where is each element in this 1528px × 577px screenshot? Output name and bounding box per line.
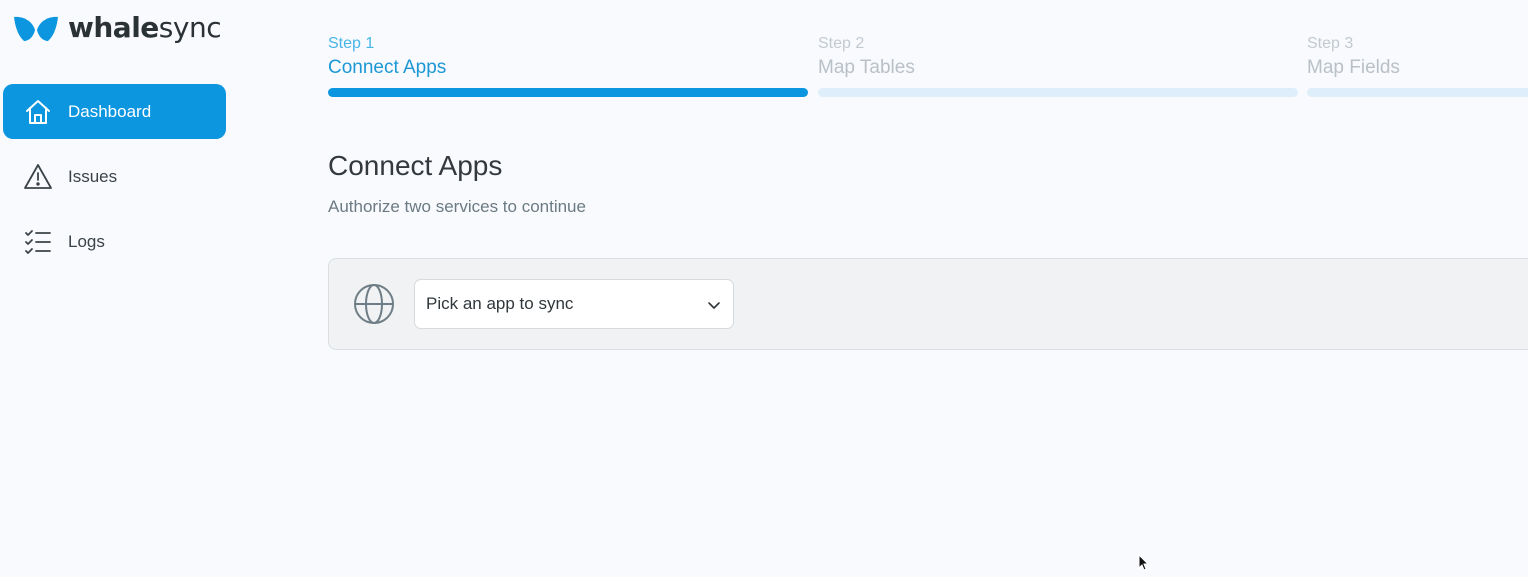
sidebar-item-issues[interactable]: Issues bbox=[3, 149, 226, 204]
step-progress-bar bbox=[818, 88, 1298, 97]
step-number: Step 3 bbox=[1307, 35, 1354, 52]
sidebar-item-label: Dashboard bbox=[68, 101, 152, 121]
page-title: Connect Apps bbox=[328, 150, 503, 181]
step-title: Connect Apps bbox=[328, 57, 447, 78]
sidebar-nav: Dashboard Issues Logs bbox=[3, 84, 226, 279]
app-connect-panel: Pick an app to sync bbox=[328, 258, 1528, 350]
sidebar-item-label: Issues bbox=[68, 166, 118, 186]
chevron-down-icon bbox=[707, 297, 721, 317]
whale-tail-icon bbox=[14, 16, 58, 41]
warning-triangle-icon bbox=[23, 162, 53, 192]
page-subtitle: Authorize two services to continue bbox=[328, 197, 586, 216]
app-select-value: Pick an app to sync bbox=[426, 294, 574, 313]
sidebar-item-label: Logs bbox=[68, 231, 105, 251]
stepper: Step 1 Connect Apps Step 2 Map Tables St… bbox=[328, 34, 1528, 104]
logo[interactable]: whalesync bbox=[12, 11, 222, 44]
step-map-tables[interactable]: Step 2 Map Tables bbox=[818, 34, 1298, 97]
step-connect-apps[interactable]: Step 1 Connect Apps bbox=[328, 34, 808, 97]
step-title: Map Tables bbox=[818, 57, 915, 78]
globe-icon bbox=[353, 283, 395, 325]
app-select-dropdown[interactable]: Pick an app to sync bbox=[414, 279, 734, 329]
step-map-fields[interactable]: Step 3 Map Fields bbox=[1307, 34, 1528, 97]
sidebar-item-logs[interactable]: Logs bbox=[3, 214, 226, 269]
brand-name: whalesync bbox=[68, 11, 222, 44]
main-content: Step 1 Connect Apps Step 2 Map Tables St… bbox=[328, 0, 1528, 574]
home-icon bbox=[23, 97, 53, 127]
checklist-icon bbox=[23, 227, 53, 257]
brand-name-bold: whale bbox=[68, 11, 159, 44]
step-progress-bar bbox=[1307, 88, 1528, 97]
sidebar-item-dashboard[interactable]: Dashboard bbox=[3, 84, 226, 139]
sidebar: whalesync Dashboard Issues Logs bbox=[0, 0, 240, 574]
step-number: Step 1 bbox=[328, 35, 375, 52]
step-number: Step 2 bbox=[818, 35, 865, 52]
step-title: Map Fields bbox=[1307, 57, 1400, 78]
step-progress-bar bbox=[328, 88, 808, 97]
brand-name-regular: sync bbox=[158, 11, 222, 44]
